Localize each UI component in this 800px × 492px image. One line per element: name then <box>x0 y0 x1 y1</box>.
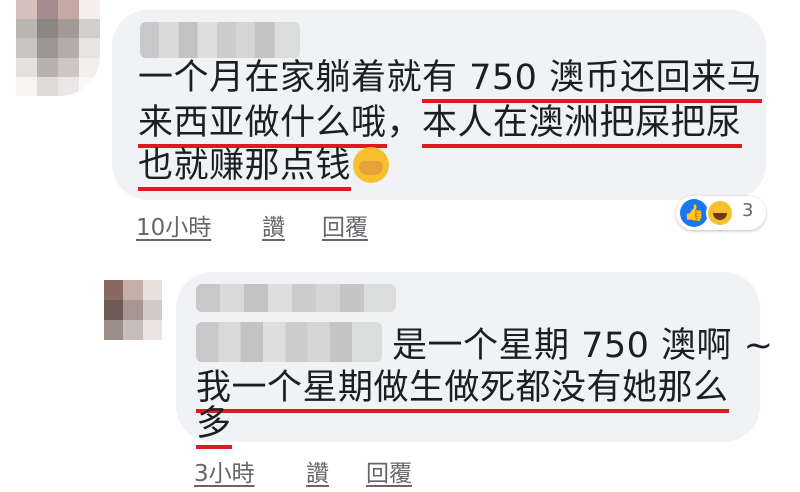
reply-name-blurred[interactable] <box>196 284 396 312</box>
comment-text-line: 也就赚那点钱 <box>138 146 390 191</box>
avatar-pixel <box>58 57 79 77</box>
comment-text-line: 一个月在家躺着就有 750 澳币还回来马 <box>138 58 763 103</box>
avatar-pixel <box>58 19 79 39</box>
mention-blurred[interactable] <box>196 322 382 362</box>
avatar-pixel <box>37 76 58 96</box>
avatar-pixel <box>79 57 100 77</box>
avatar-pixel <box>142 320 162 340</box>
face-palm-emoji <box>353 147 390 183</box>
avatar-pixel <box>16 57 37 77</box>
reaction-count: 3 <box>742 200 754 221</box>
avatar-pixel <box>58 76 79 96</box>
reply-button[interactable]: 回覆 <box>322 208 368 242</box>
comment-timestamp[interactable]: 10小時 <box>136 208 211 242</box>
avatar-pixel <box>104 300 124 320</box>
avatar-pixel <box>58 0 79 20</box>
reaction-summary[interactable]: 👍 3 <box>676 196 766 230</box>
avatar-pixel <box>58 38 79 58</box>
avatar-pixel <box>16 19 37 39</box>
like-reaction-icon: 👍 <box>680 199 708 227</box>
avatar-pixel <box>16 0 37 20</box>
avatar-pixel <box>142 280 162 300</box>
avatar-pixel <box>37 0 58 20</box>
avatar-pixel <box>79 76 100 96</box>
avatar-pixel <box>79 38 100 58</box>
reply-timestamp[interactable]: 3小時 <box>194 454 255 488</box>
avatar-pixel <box>123 280 143 300</box>
reply-avatar[interactable] <box>104 280 162 340</box>
avatar-pixel <box>37 57 58 77</box>
comment-text-line: 来西亚做什么哦，本人在澳洲把屎把尿 <box>138 103 742 148</box>
reply-text-line: 多 <box>196 404 232 449</box>
haha-reaction-icon <box>706 199 734 227</box>
like-button[interactable]: 讚 <box>306 454 329 488</box>
avatar-pixel <box>104 320 124 340</box>
reply-text-line: 是一个星期 750 澳啊 ~ <box>392 326 774 366</box>
commenter-name-blurred[interactable] <box>140 22 300 58</box>
reply-text-line: 我一个星期做生做死都没有她那么 <box>196 368 729 413</box>
reply-button[interactable]: 回覆 <box>366 454 412 488</box>
avatar-pixel <box>37 19 58 39</box>
avatar-pixel <box>142 300 162 320</box>
like-button[interactable]: 讚 <box>262 208 285 242</box>
avatar-pixel <box>16 76 37 96</box>
avatar-pixel <box>79 19 100 39</box>
avatar-pixel <box>79 0 100 20</box>
avatar-pixel <box>16 38 37 58</box>
avatar-pixel <box>123 300 143 320</box>
commenter-avatar[interactable] <box>16 0 100 96</box>
avatar-pixel <box>37 38 58 58</box>
avatar-pixel <box>123 320 143 340</box>
avatar-pixel <box>104 280 124 300</box>
